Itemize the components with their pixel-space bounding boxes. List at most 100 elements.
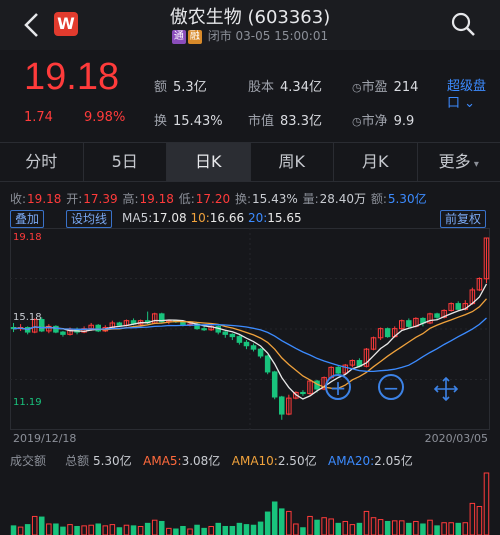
tab-5day[interactable]: 5日	[84, 143, 167, 181]
ma5-line	[13, 283, 488, 400]
triangle-down-icon: ▾	[470, 159, 479, 170]
volume-bar	[102, 525, 109, 535]
volume-bar	[46, 523, 52, 535]
volume-bar	[335, 522, 341, 535]
share-stat: 股本 4.34亿	[248, 80, 322, 95]
volume-bar	[81, 525, 87, 535]
pe-stat[interactable]: ◷市盈 214	[352, 76, 418, 95]
volume-bar	[159, 520, 165, 535]
volume-bar	[328, 518, 334, 535]
badge-tong: 通	[171, 30, 186, 44]
volume-bar	[399, 520, 405, 535]
volume-bar	[349, 524, 356, 535]
ma-setting-button[interactable]: 设均线	[66, 210, 113, 228]
price-change-pct: 9.98%	[84, 110, 126, 125]
candle-body	[279, 396, 285, 415]
zoom-out-icon[interactable]: −	[378, 374, 404, 400]
volume-bar	[279, 508, 285, 535]
last-price: 19.18	[24, 56, 120, 98]
candle-body	[271, 371, 278, 398]
volume-bar	[166, 527, 172, 535]
volume-bar	[60, 526, 66, 535]
candle-body	[250, 345, 257, 350]
volume-bar	[144, 522, 151, 535]
tab-weekly-k[interactable]: 周K	[251, 143, 334, 181]
y-label-mid: 15.18	[13, 312, 42, 323]
clock-icon: ◷	[352, 81, 362, 94]
candle-body	[60, 331, 66, 335]
volume-bar	[31, 515, 38, 535]
volume-bar-chart	[10, 472, 490, 535]
tab-more[interactable]: 更多 ▾	[418, 143, 500, 181]
date-end: 2020/03/05	[424, 432, 488, 445]
volume-bar	[137, 525, 144, 535]
tab-monthly-k[interactable]: 月K	[334, 143, 418, 181]
mktcap-stat: 市值 83.3亿	[248, 114, 322, 129]
volume-bar	[109, 524, 116, 535]
volume-bar	[448, 522, 454, 535]
volume-bar	[342, 520, 349, 535]
volume-bar	[384, 520, 391, 535]
candle-body	[300, 391, 306, 395]
candle-body	[222, 331, 229, 335]
clock-icon: ◷	[352, 115, 362, 128]
volume-bar	[53, 523, 59, 535]
candle-body	[406, 320, 412, 327]
amount-stat: 额 5.3亿	[154, 80, 207, 95]
y-label-top: 19.18	[13, 232, 42, 243]
volume-bar	[208, 525, 214, 535]
pb-stat[interactable]: ◷市净 9.9	[352, 110, 414, 129]
volume-bar	[300, 527, 306, 535]
candle-body	[335, 366, 341, 374]
volume-bar	[229, 525, 236, 535]
status-text: 闭市 03-05 15:00:01	[207, 29, 329, 43]
volume-bar	[264, 511, 271, 535]
volume-bar	[377, 519, 384, 535]
move-arrows-icon[interactable]	[432, 375, 460, 403]
overlay-button[interactable]: 叠加	[10, 210, 45, 228]
candle-body	[243, 341, 250, 347]
volume-bar	[293, 523, 299, 535]
volume-bar	[363, 510, 370, 535]
volume-bar	[257, 521, 264, 535]
chevron-down-icon: ⌄	[460, 96, 476, 111]
volume-bar	[469, 502, 476, 535]
volume-bar	[441, 522, 447, 535]
volume-bar	[24, 524, 31, 535]
volume-bar	[455, 522, 461, 535]
volume-bar	[201, 527, 207, 535]
candle-body	[384, 328, 391, 338]
tab-daily-k[interactable]: 日K	[167, 143, 251, 181]
volume-bar	[123, 524, 130, 535]
candlestick-chart[interactable]	[10, 228, 490, 430]
candle-body	[434, 313, 440, 318]
volume-bar	[243, 524, 250, 535]
tab-intraday[interactable]: 分时	[0, 143, 84, 181]
candle-body	[236, 336, 243, 343]
search-icon[interactable]	[450, 11, 476, 37]
volume-bar	[314, 519, 320, 535]
ma-legend: MA5:17.08 10:16.66 20:15.65	[122, 211, 302, 225]
stock-title: 傲农生物 (603363)	[169, 7, 331, 28]
volume-bar	[250, 524, 257, 535]
ohlc-info-line: 收:19.18 开:17.39 高:19.18 低:17.20 换:15.43%…	[10, 192, 427, 206]
volume-bar	[194, 524, 200, 535]
volume-bar	[321, 517, 327, 535]
volume-bar	[215, 522, 221, 535]
super-orderbook-button[interactable]: 超级盘口 ⌄	[447, 78, 489, 112]
candle-body	[257, 348, 264, 357]
badge-rong: 融	[187, 30, 202, 44]
volume-bar	[427, 519, 433, 535]
volume-bar	[476, 506, 483, 535]
zoom-in-icon[interactable]: +	[325, 374, 351, 400]
volume-bar	[462, 522, 469, 535]
volume-bar	[116, 527, 123, 535]
candle-body	[201, 328, 207, 331]
volume-bar	[434, 525, 440, 535]
candle-body	[455, 303, 461, 310]
price-adjust-button[interactable]: 前复权	[440, 210, 487, 228]
quote-panel: 19.18 1.74 9.98% 额 5.3亿 换 15.43% 股本 4.34亿 市…	[0, 50, 500, 140]
date-start: 2019/12/18	[13, 432, 77, 445]
volume-bar	[17, 526, 24, 535]
volume-bar	[370, 517, 377, 535]
